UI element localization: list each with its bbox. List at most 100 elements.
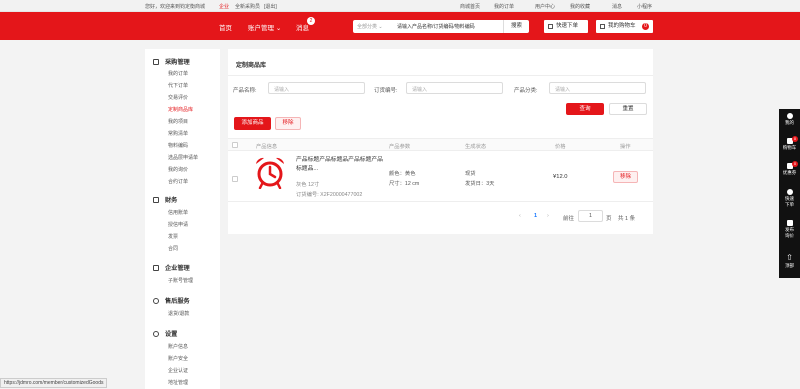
order-no-label: 订货编号:	[374, 88, 398, 94]
sidebar-item-custom-goods[interactable]: 定制商品库	[168, 106, 193, 113]
rightbar-my[interactable]: 我的	[779, 113, 800, 126]
search-bar: 全部分类 ⌄ 请输入产品名称/订货编码/物料编码 搜索	[353, 20, 529, 33]
goto-label: 前往	[563, 216, 575, 222]
cart-icon	[600, 24, 605, 29]
chevron-down-icon: ⌄	[275, 25, 282, 32]
rightbar-quick-order[interactable]: 快速下单	[779, 189, 800, 207]
sidebar-item-contracts[interactable]: 合同	[168, 245, 178, 252]
section-enterprise: 企业管理	[153, 263, 190, 272]
col-price: 价格	[555, 144, 566, 150]
messages-link[interactable]: 消息	[612, 3, 622, 10]
query-button[interactable]: 查询	[566, 103, 604, 115]
alarm-clock-icon[interactable]	[253, 155, 287, 189]
search-button[interactable]: 搜索	[503, 20, 529, 33]
section-after-sales: 售后服务	[153, 296, 190, 305]
select-all-checkbox[interactable]	[232, 142, 238, 148]
chat-icon	[786, 220, 793, 226]
rightbar-cart-badge: 0	[792, 136, 798, 142]
order-no-text: 订货编号: X2F20000477002	[296, 192, 363, 198]
search-input[interactable]: 请输入产品名称/订货编码/物料编码	[397, 23, 475, 30]
sidebar-item-material-codes[interactable]: 物料编码	[168, 142, 188, 149]
chevron-down-icon: ⌄	[378, 24, 383, 30]
table-bottom-divider	[228, 201, 653, 202]
rightbar-post-inquiry[interactable]: 发布询价	[779, 220, 800, 238]
home-link[interactable]: 商城首页	[460, 3, 480, 10]
col-actions: 操作	[620, 144, 631, 150]
nav-home[interactable]: 首页	[219, 22, 232, 32]
message-badge: 2	[307, 17, 315, 25]
main-panel: 定制商品库 产品名称: 请输入 订货编号: 请输入 产品分类: 请输入 查询 重…	[228, 49, 653, 234]
sidebar-item-address[interactable]: 地址管理	[168, 379, 188, 386]
welcome-text: 您好，欢迎来到钧定衡商城	[145, 4, 206, 10]
section-purchase: 采购管理	[153, 57, 190, 66]
sidebar-item-my-orders[interactable]: 我的订单	[168, 70, 188, 77]
sidebar-item-reviews[interactable]: 交易评价	[168, 94, 188, 101]
section-finance: 财务	[153, 195, 177, 204]
category-input[interactable]: 请输入	[549, 82, 646, 94]
reset-button[interactable]: 重置	[609, 103, 647, 115]
col-status: 生成状态	[465, 144, 487, 150]
sidebar-item-proxy-orders[interactable]: 代下订单	[168, 82, 188, 89]
top-utility-bar: 您好，欢迎来到钧定衡商城 企业 全新采购员 [退出] 商城首页 我的订单 用户中…	[0, 0, 800, 12]
col-product-info: 产品信息	[256, 144, 278, 150]
param-size: 尺寸：12 cm	[389, 181, 420, 187]
sidebar: 采购管理 我的订单 代下订单 交易评价 定制商品库 我的项目 常购清单 物料编码…	[145, 49, 220, 389]
total-count: 共 1 条	[618, 216, 636, 222]
product-name-link[interactable]: 产品标题产品标题品产品标题产品标题品...	[296, 156, 384, 173]
back-to-top-button[interactable]: ⇧ 顶部	[779, 253, 800, 276]
remove-selected-button[interactable]: 移除	[275, 117, 301, 130]
order-no-input[interactable]: 请输入	[406, 82, 503, 94]
cart-button[interactable]: 我的购物车 0	[596, 20, 653, 33]
sidebar-item-credit-apply[interactable]: 授信申请	[168, 221, 188, 228]
user-center-link[interactable]: 用户中心	[535, 3, 555, 10]
nav-account[interactable]: 账户管理 ⌄	[248, 22, 281, 32]
sidebar-item-enterprise-auth[interactable]: 企业认证	[168, 367, 188, 374]
user-icon	[786, 113, 793, 119]
my-favorites-link[interactable]: 我的收藏	[570, 3, 590, 10]
sidebar-item-account-info[interactable]: 账户信息	[168, 343, 188, 350]
sidebar-item-invoices[interactable]: 发票	[168, 233, 178, 240]
col-product-params: 产品参数	[389, 144, 411, 150]
logout-link[interactable]: [退出]	[264, 3, 277, 10]
prev-page-icon[interactable]: ‹	[519, 213, 521, 219]
my-orders-link[interactable]: 我的订单	[494, 3, 514, 10]
sidebar-item-frequent-list[interactable]: 常购清单	[168, 130, 188, 137]
row-checkbox[interactable]	[232, 176, 238, 182]
sidebar-item-credit-bills[interactable]: 信用账单	[168, 209, 188, 216]
table-header: 产品信息 产品参数 生成状态 价格 操作	[228, 138, 653, 151]
sidebar-item-account-security[interactable]: 账户安全	[168, 355, 188, 362]
enterprise-link[interactable]: 企业	[219, 3, 229, 10]
product-spec: 灰色 12寸	[296, 182, 320, 188]
category-label: 产品分类:	[514, 88, 538, 94]
document-icon	[548, 24, 553, 29]
sidebar-item-inquiries[interactable]: 我的询价	[168, 166, 188, 173]
lightning-icon	[786, 189, 793, 195]
sidebar-item-projects[interactable]: 我的项目	[168, 118, 188, 125]
page-number-current[interactable]: 1	[534, 213, 537, 219]
search-category-select[interactable]: 全部分类 ⌄	[357, 23, 383, 30]
building-icon	[153, 265, 159, 271]
cart-badge: 0	[642, 23, 649, 30]
product-name-input[interactable]: 请输入	[268, 82, 365, 94]
quick-order-button[interactable]: 快速下单	[544, 20, 588, 33]
sidebar-item-sub-accounts[interactable]: 子账号管理	[168, 277, 193, 284]
sidebar-item-selection-requests[interactable]: 选品层申请单	[168, 154, 198, 161]
price: ¥12.0	[553, 174, 568, 180]
section-settings: 设置	[153, 329, 177, 338]
sidebar-item-contract-orders[interactable]: 合约订单	[168, 178, 188, 185]
add-product-button[interactable]: 添加商品	[234, 117, 271, 130]
row-remove-button[interactable]: 移除	[613, 171, 638, 183]
page-unit-label: 页	[606, 216, 612, 222]
sidebar-item-returns[interactable]: 退货/退款	[168, 310, 189, 317]
goto-page-input[interactable]: 1	[578, 210, 603, 222]
nav-account-label: 账户管理	[248, 25, 274, 32]
product-name-label: 产品名称:	[233, 88, 257, 94]
next-page-icon[interactable]: ›	[547, 213, 549, 219]
rightbar-coupon-badge: 0	[792, 161, 798, 167]
status-bar-url: https://jdmro.com/member/customizedGoods	[0, 378, 108, 388]
mini-program-link[interactable]: 小程序	[637, 3, 652, 10]
wallet-icon	[153, 197, 159, 203]
join-link[interactable]: 全新采购员	[235, 3, 260, 10]
gear-icon	[153, 331, 159, 337]
param-color: 颜色：黄色	[389, 171, 416, 177]
